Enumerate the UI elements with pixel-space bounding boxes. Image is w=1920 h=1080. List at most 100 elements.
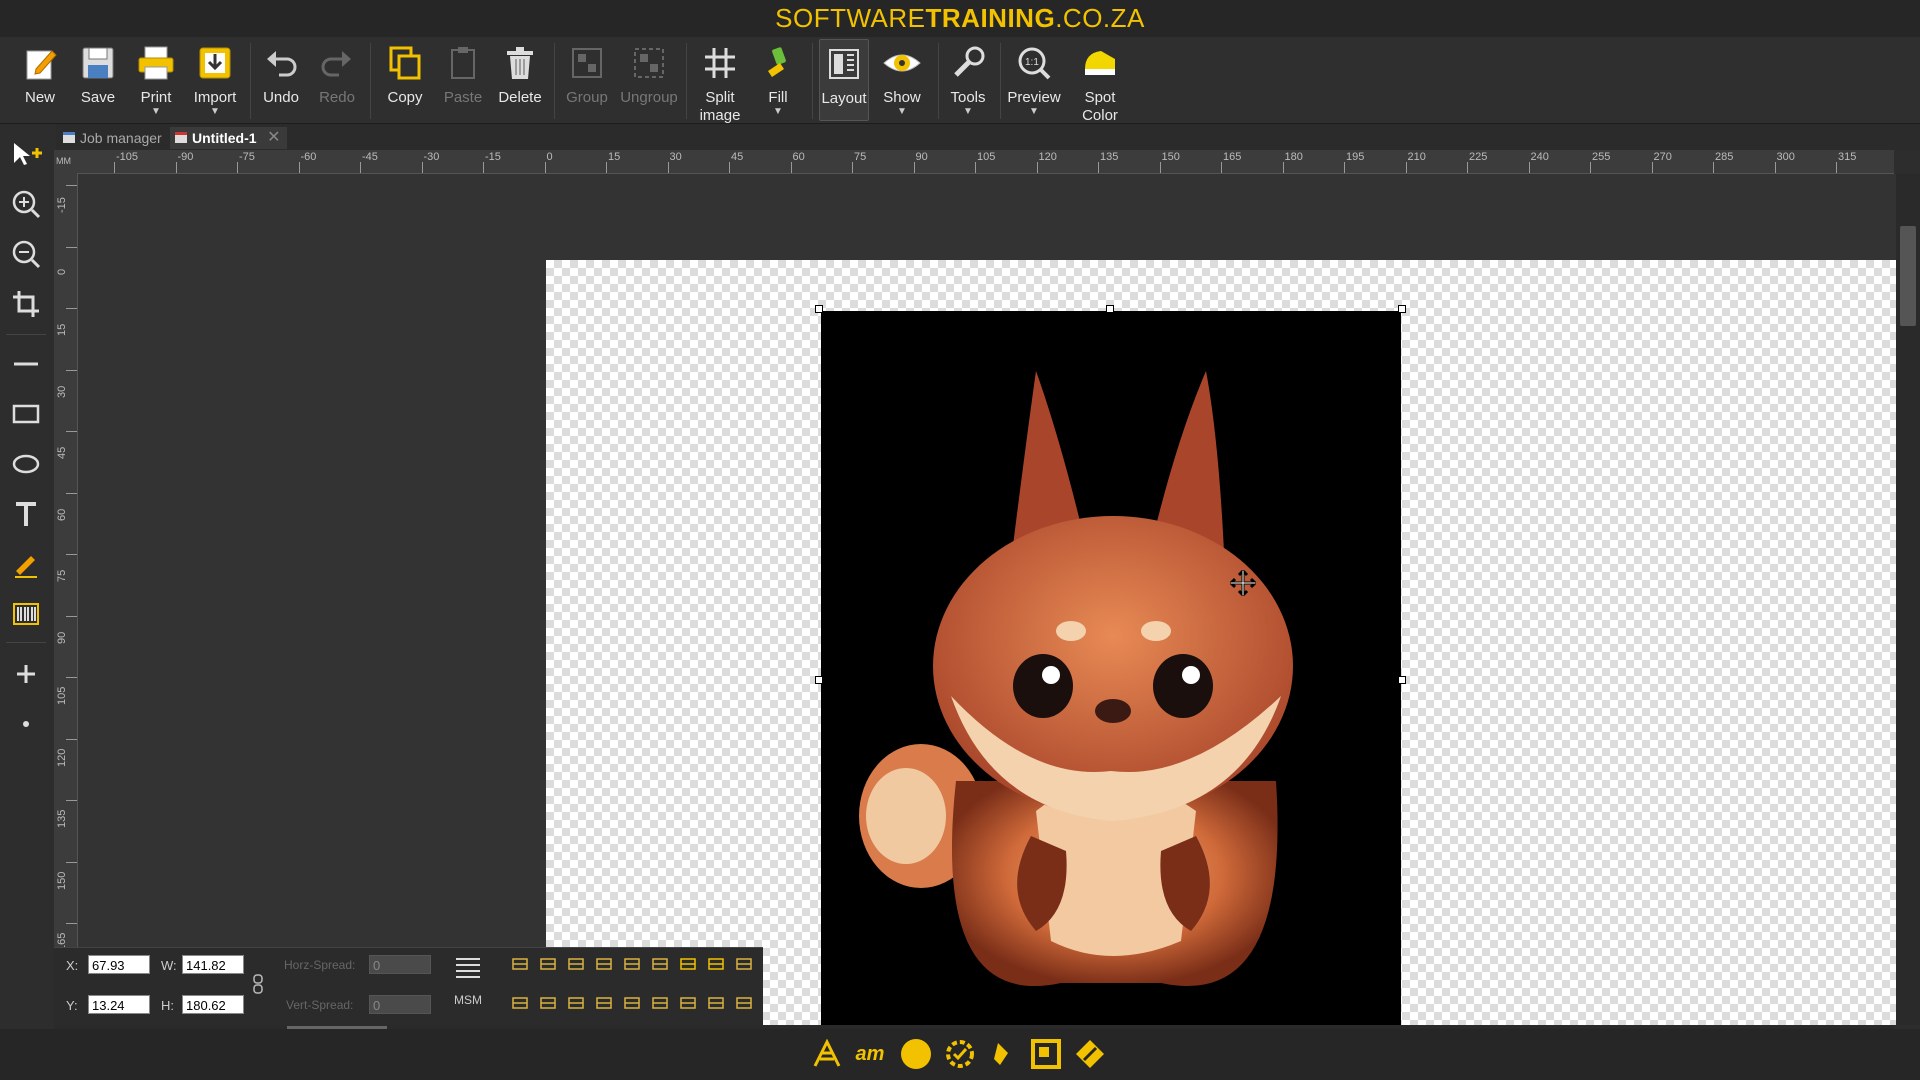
ruler-tick [66,738,77,740]
add-point-tool[interactable] [8,656,44,692]
split-image-button[interactable]: Split image [694,39,746,125]
align-button-icon[interactable] [706,994,726,1012]
rectangle-tool[interactable] [8,396,44,432]
pencil-tool[interactable] [8,546,44,582]
close-tab-icon[interactable]: ✕ [267,127,280,149]
copy-button[interactable]: Copy [382,39,428,107]
new-button[interactable]: New [16,39,64,107]
selected-image[interactable] [821,311,1401,1025]
ruler-tick [1405,162,1407,173]
barcode-tool[interactable] [8,596,44,632]
msm-list-icon[interactable] [454,956,482,981]
align-button-icon[interactable] [678,955,698,973]
ruler-tick [667,162,669,173]
align-button-icon[interactable] [510,994,530,1012]
tools-button[interactable]: Tools ▼ [944,39,992,117]
align-button-icon[interactable] [622,994,642,1012]
height-field[interactable]: 180.62 [182,995,244,1014]
layout-button[interactable]: Layout [819,39,869,121]
point-tool[interactable] [8,706,44,742]
tab-job-manager[interactable]: Job manager [58,127,162,149]
vertical-scrollbar-thumb[interactable] [1900,226,1916,326]
ruler-tick-label: 60 [792,151,805,163]
line-tool[interactable] [8,346,44,382]
group-button[interactable]: Group [562,39,612,107]
toolbar-separator [554,43,555,119]
ruler-tick-label: 120 [1038,151,1057,163]
ruler-tick [66,369,77,371]
redo-button[interactable]: Redo [314,39,360,107]
trash-icon [500,43,540,83]
wrench-icon [948,43,988,83]
align-button-icon[interactable] [538,955,558,973]
vertical-scrollbar[interactable] [1896,174,1920,1025]
ruler-tick [1036,162,1038,173]
save-button[interactable]: Save [74,39,122,107]
ruler-tick [606,162,607,173]
ruler-tick-label: 45 [56,446,68,459]
align-button-icon[interactable] [538,994,558,1012]
resize-handle-top-left[interactable] [815,305,823,313]
ungroup-button[interactable]: Ungroup [618,39,680,107]
align-button-icon[interactable] [510,955,530,973]
align-button-icon[interactable] [566,955,586,973]
ruler-tick-label: 135 [1100,151,1119,163]
crop-tool[interactable] [8,286,44,322]
ruler-tick-label: -15 [56,197,68,213]
align-button-icon[interactable] [566,994,586,1012]
preview-caret-icon[interactable]: ▼ [1006,107,1062,117]
align-button-icon[interactable] [706,955,726,973]
import-button[interactable]: Import ▼ [190,39,240,117]
width-field[interactable]: 141.82 [182,955,244,974]
ruler-tick-label: 15 [608,151,621,163]
tools-caret-icon[interactable]: ▼ [944,107,992,117]
resize-handle-top-right[interactable] [1398,305,1406,313]
align-button-icon[interactable] [622,955,642,973]
align-button-icon[interactable] [594,955,614,973]
horz-spread-field[interactable]: 0 [369,955,431,974]
delete-button[interactable]: Delete [496,39,544,107]
undo-button[interactable]: Undo [258,39,304,107]
ruler-tick [913,162,915,173]
zoom-in-tool[interactable] [8,186,44,222]
select-move-tool[interactable] [8,136,44,172]
align-button-icon[interactable] [734,994,754,1012]
align-button-icon[interactable] [650,955,670,973]
import-icon [195,43,235,83]
fill-caret-icon[interactable]: ▼ [752,107,804,117]
align-button-icon[interactable] [678,994,698,1012]
text-tool[interactable] [8,496,44,532]
resize-handle-left[interactable] [815,676,823,684]
resize-handle-top[interactable] [1106,305,1114,313]
magnifier-preview-icon: 1:1 [1014,43,1054,83]
spot-color-button[interactable]: Spot Color [1076,39,1124,125]
show-button[interactable]: Show ▼ [876,39,928,117]
y-field[interactable]: 13.24 [88,995,150,1014]
barcode-icon [13,603,39,625]
ruler-unit: MM [56,156,71,166]
align-button-icon[interactable] [734,955,754,973]
aspect-lock-icon[interactable] [252,973,264,998]
fox-character-image [859,371,1293,987]
align-button-icon[interactable] [594,994,614,1012]
ruler-tick-label: 285 [1715,151,1734,163]
paste-button[interactable]: Paste [440,39,486,107]
print-button[interactable]: Print ▼ [132,39,180,117]
ellipse-tool[interactable] [8,446,44,482]
vert-spread-field[interactable]: 0 [369,995,431,1014]
x-field[interactable]: 67.93 [88,955,150,974]
align-button-icon[interactable] [650,994,670,1012]
import-caret-icon[interactable]: ▼ [190,107,240,117]
pencil-icon [15,556,37,578]
tab-untitled-1[interactable]: Untitled-1 ✕ [170,127,287,149]
print-caret-icon[interactable]: ▼ [132,107,180,117]
ruler-tick-label: 0 [56,268,68,275]
ruler-tick-label: 150 [56,871,68,890]
preview-button[interactable]: 1:1 Preview ▼ [1006,39,1062,117]
fill-button[interactable]: Fill ▼ [752,39,804,117]
toolbar-separator [250,43,251,119]
resize-handle-right[interactable] [1398,676,1406,684]
zoom-out-tool[interactable] [8,236,44,272]
show-caret-icon[interactable]: ▼ [876,107,928,117]
group-icon [567,43,607,83]
